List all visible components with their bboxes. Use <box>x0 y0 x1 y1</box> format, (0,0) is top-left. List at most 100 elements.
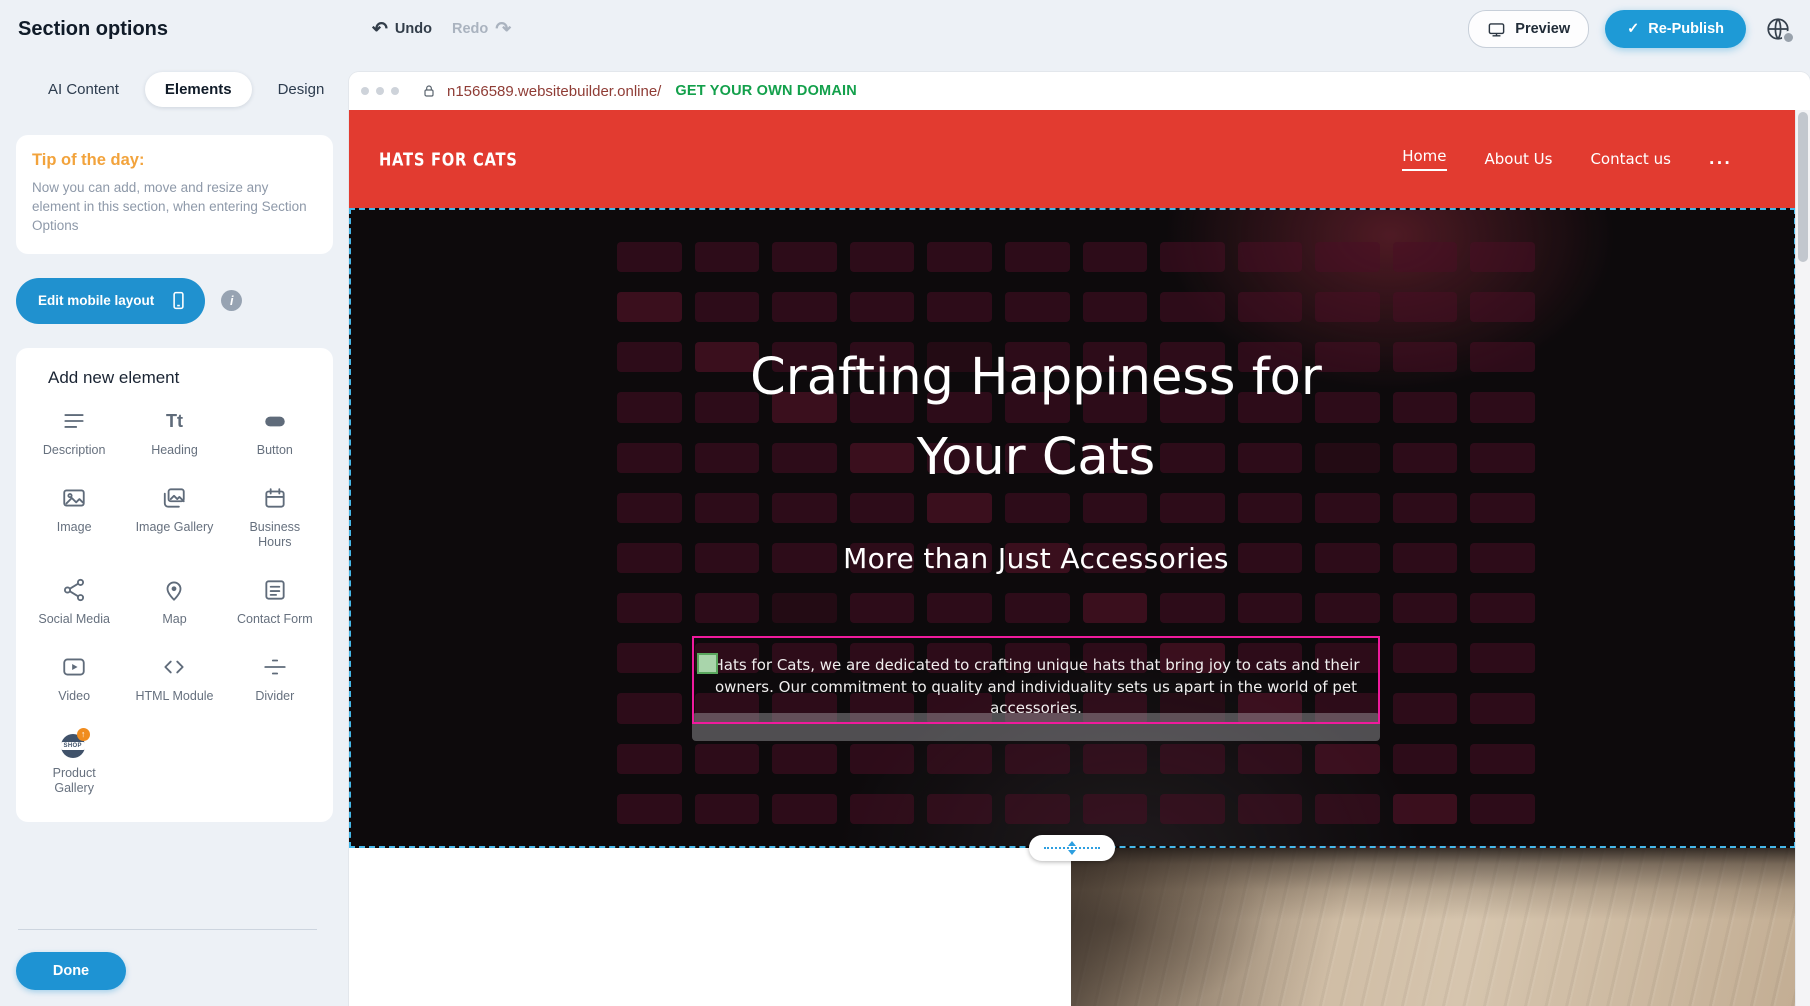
nav-about-us[interactable]: About Us <box>1485 150 1553 168</box>
hero-tile <box>1470 543 1535 573</box>
hero-tile <box>695 593 760 623</box>
hero-tile <box>1393 693 1458 723</box>
nav-home[interactable]: Home <box>1402 147 1446 171</box>
preview-label: Preview <box>1515 21 1570 37</box>
section-resize-handle[interactable] <box>1029 835 1115 861</box>
website-viewport: HATS FOR CATS Home About Us Contact us .… <box>349 110 1796 1006</box>
hero-tile <box>617 794 682 824</box>
html-module-icon <box>161 654 187 681</box>
hero-tile <box>1083 242 1148 272</box>
image-icon <box>61 485 87 512</box>
section-options-sidebar: AI Content Elements Design Tip of the da… <box>0 58 349 1006</box>
add-element-contact-form[interactable]: Contact Form <box>225 577 325 627</box>
tip-title: Tip of the day: <box>32 151 317 170</box>
hero-tile <box>927 794 992 824</box>
hero-tile <box>1470 593 1535 623</box>
business-hours-icon <box>262 485 288 512</box>
hero-tile <box>695 242 760 272</box>
description-icon <box>61 408 87 435</box>
add-element-description[interactable]: Description <box>24 408 124 458</box>
hero-tile <box>927 744 992 774</box>
hero-tile <box>1315 292 1380 322</box>
hero-subheading[interactable]: More than Just Accessories <box>706 542 1366 575</box>
add-element-button[interactable]: Button <box>225 408 325 458</box>
preview-button[interactable]: Preview <box>1468 10 1589 48</box>
page-title: Section options <box>18 18 168 41</box>
video-icon <box>61 654 87 681</box>
hero-tile <box>772 292 837 322</box>
tab-ai-content[interactable]: AI Content <box>28 72 139 107</box>
hero-tile <box>850 744 915 774</box>
scrollbar-thumb[interactable] <box>1798 112 1808 262</box>
add-element-image[interactable]: Image <box>24 485 124 550</box>
tab-elements[interactable]: Elements <box>145 72 252 107</box>
hero-tile <box>1470 342 1535 372</box>
browser-scrollbar[interactable] <box>1795 110 1810 1006</box>
element-drag-handle[interactable] <box>697 653 718 674</box>
hero-tile <box>1315 794 1380 824</box>
hero-tile <box>617 693 682 723</box>
hero-tile <box>850 593 915 623</box>
republish-button[interactable]: ✓ Re-Publish <box>1605 10 1746 48</box>
add-element-html-module[interactable]: HTML Module <box>124 654 224 704</box>
done-button[interactable]: Done <box>16 952 126 990</box>
language-globe-button[interactable] <box>1762 13 1794 45</box>
selected-text-element[interactable]: Hats for Cats, we are dedicated to craft… <box>692 636 1380 724</box>
hero-tile <box>617 543 682 573</box>
site-nav: Home About Us Contact us ... <box>1402 147 1732 171</box>
next-section[interactable] <box>349 848 1796 1006</box>
hero-section-selected[interactable]: Crafting Happiness for Your Cats More th… <box>349 208 1796 848</box>
hero-tile <box>617 593 682 623</box>
tab-design[interactable]: Design <box>258 72 345 107</box>
nav-contact-us[interactable]: Contact us <box>1590 150 1670 168</box>
add-element-title: Add new element <box>48 368 325 388</box>
tip-of-the-day-card: Tip of the day: Now you can add, move an… <box>16 135 333 254</box>
add-element-video[interactable]: Video <box>24 654 124 704</box>
hero-tile <box>850 242 915 272</box>
undo-button[interactable]: ↶ Undo <box>372 20 432 39</box>
top-toolbar: Section options ↶ Undo Redo ↷ Preview ✓ … <box>0 0 1810 58</box>
hero-tile <box>1005 794 1070 824</box>
add-element-business-hours[interactable]: Business Hours <box>225 485 325 550</box>
hero-tile <box>1238 593 1303 623</box>
add-element-divider[interactable]: Divider <box>225 654 325 704</box>
hero-tile <box>617 744 682 774</box>
map-icon <box>161 577 187 604</box>
hero-tile <box>1238 794 1303 824</box>
hero-tile <box>1315 242 1380 272</box>
add-element-panel: Add new element Description Tt Heading B… <box>16 348 333 822</box>
hero-paragraph[interactable]: Hats for Cats, we are dedicated to craft… <box>700 655 1372 720</box>
add-element-social-media[interactable]: Social Media <box>24 577 124 627</box>
hero-heading[interactable]: Crafting Happiness for Your Cats <box>706 338 1366 498</box>
hero-tile <box>695 292 760 322</box>
hero-tile <box>1160 292 1225 322</box>
hero-tile <box>927 292 992 322</box>
nav-more-button[interactable]: ... <box>1709 150 1732 168</box>
edit-mobile-layout-button[interactable]: Edit mobile layout <box>16 278 205 324</box>
undo-redo-group: ↶ Undo Redo ↷ <box>372 20 511 39</box>
hero-tile <box>1470 292 1535 322</box>
add-element-image-gallery[interactable]: Image Gallery <box>124 485 224 550</box>
social-media-icon <box>61 577 87 604</box>
hero-tile <box>1005 242 1070 272</box>
hero-tile <box>772 794 837 824</box>
sidebar-divider <box>18 929 317 930</box>
add-element-product-gallery[interactable]: SHOP ↑ Product Gallery <box>24 731 124 796</box>
info-icon[interactable]: i <box>221 290 242 311</box>
redo-label: Redo <box>452 21 488 37</box>
image-gallery-icon <box>161 485 187 512</box>
undo-icon: ↶ <box>372 20 388 39</box>
resize-dotted-line <box>1044 847 1100 849</box>
hero-tile <box>695 744 760 774</box>
hero-tile <box>1393 242 1458 272</box>
redo-button[interactable]: Redo ↷ <box>452 20 511 39</box>
hero-tile <box>1238 242 1303 272</box>
add-element-heading[interactable]: Tt Heading <box>124 408 224 458</box>
site-logo[interactable]: HATS FOR CATS <box>379 148 518 169</box>
hero-tile <box>1393 292 1458 322</box>
get-domain-link[interactable]: GET YOUR OWN DOMAIN <box>675 83 857 99</box>
redo-icon: ↷ <box>495 20 511 39</box>
check-icon: ✓ <box>1627 21 1639 37</box>
hero-tile <box>1470 242 1535 272</box>
add-element-map[interactable]: Map <box>124 577 224 627</box>
